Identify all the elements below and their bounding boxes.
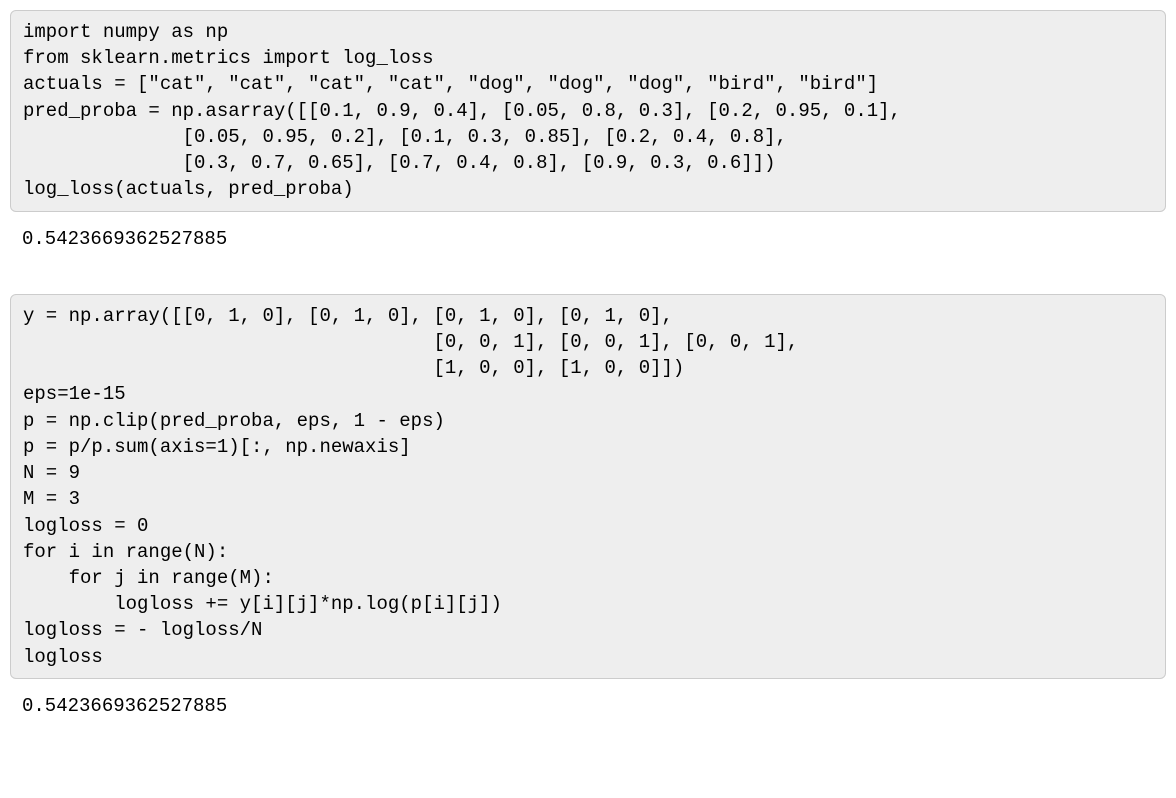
- code-line: actuals = ["cat", "cat", "cat", "cat", "…: [23, 71, 1153, 97]
- code-line: logloss = 0: [23, 513, 1153, 539]
- code-line: [0.3, 0.7, 0.65], [0.7, 0.4, 0.8], [0.9,…: [23, 150, 1153, 176]
- code-line: M = 3: [23, 486, 1153, 512]
- code-line: [0, 0, 1], [0, 0, 1], [0, 0, 1],: [23, 329, 1153, 355]
- code-line: import numpy as np: [23, 19, 1153, 45]
- code-line: p = np.clip(pred_proba, eps, 1 - eps): [23, 408, 1153, 434]
- code-cell-2: y = np.array([[0, 1, 0], [0, 1, 0], [0, …: [10, 294, 1166, 679]
- code-line: from sklearn.metrics import log_loss: [23, 45, 1153, 71]
- code-line: for j in range(M):: [23, 565, 1153, 591]
- code-line: p = p/p.sum(axis=1)[:, np.newaxis]: [23, 434, 1153, 460]
- code-line: logloss = - logloss/N: [23, 617, 1153, 643]
- code-line: [0.05, 0.95, 0.2], [0.1, 0.3, 0.85], [0.…: [23, 124, 1153, 150]
- code-line: N = 9: [23, 460, 1153, 486]
- code-cell-1: import numpy as npfrom sklearn.metrics i…: [10, 10, 1166, 212]
- code-line: [1, 0, 0], [1, 0, 0]]): [23, 355, 1153, 381]
- code-line: log_loss(actuals, pred_proba): [23, 176, 1153, 202]
- code-line: eps=1e-15: [23, 381, 1153, 407]
- code-line: for i in range(N):: [23, 539, 1153, 565]
- code-line: logloss: [23, 644, 1153, 670]
- output-cell-1: 0.5423669362527885: [10, 226, 1166, 258]
- code-line: logloss += y[i][j]*np.log(p[i][j]): [23, 591, 1153, 617]
- code-line: pred_proba = np.asarray([[0.1, 0.9, 0.4]…: [23, 98, 1153, 124]
- output-cell-2: 0.5423669362527885: [10, 693, 1166, 725]
- code-line: y = np.array([[0, 1, 0], [0, 1, 0], [0, …: [23, 303, 1153, 329]
